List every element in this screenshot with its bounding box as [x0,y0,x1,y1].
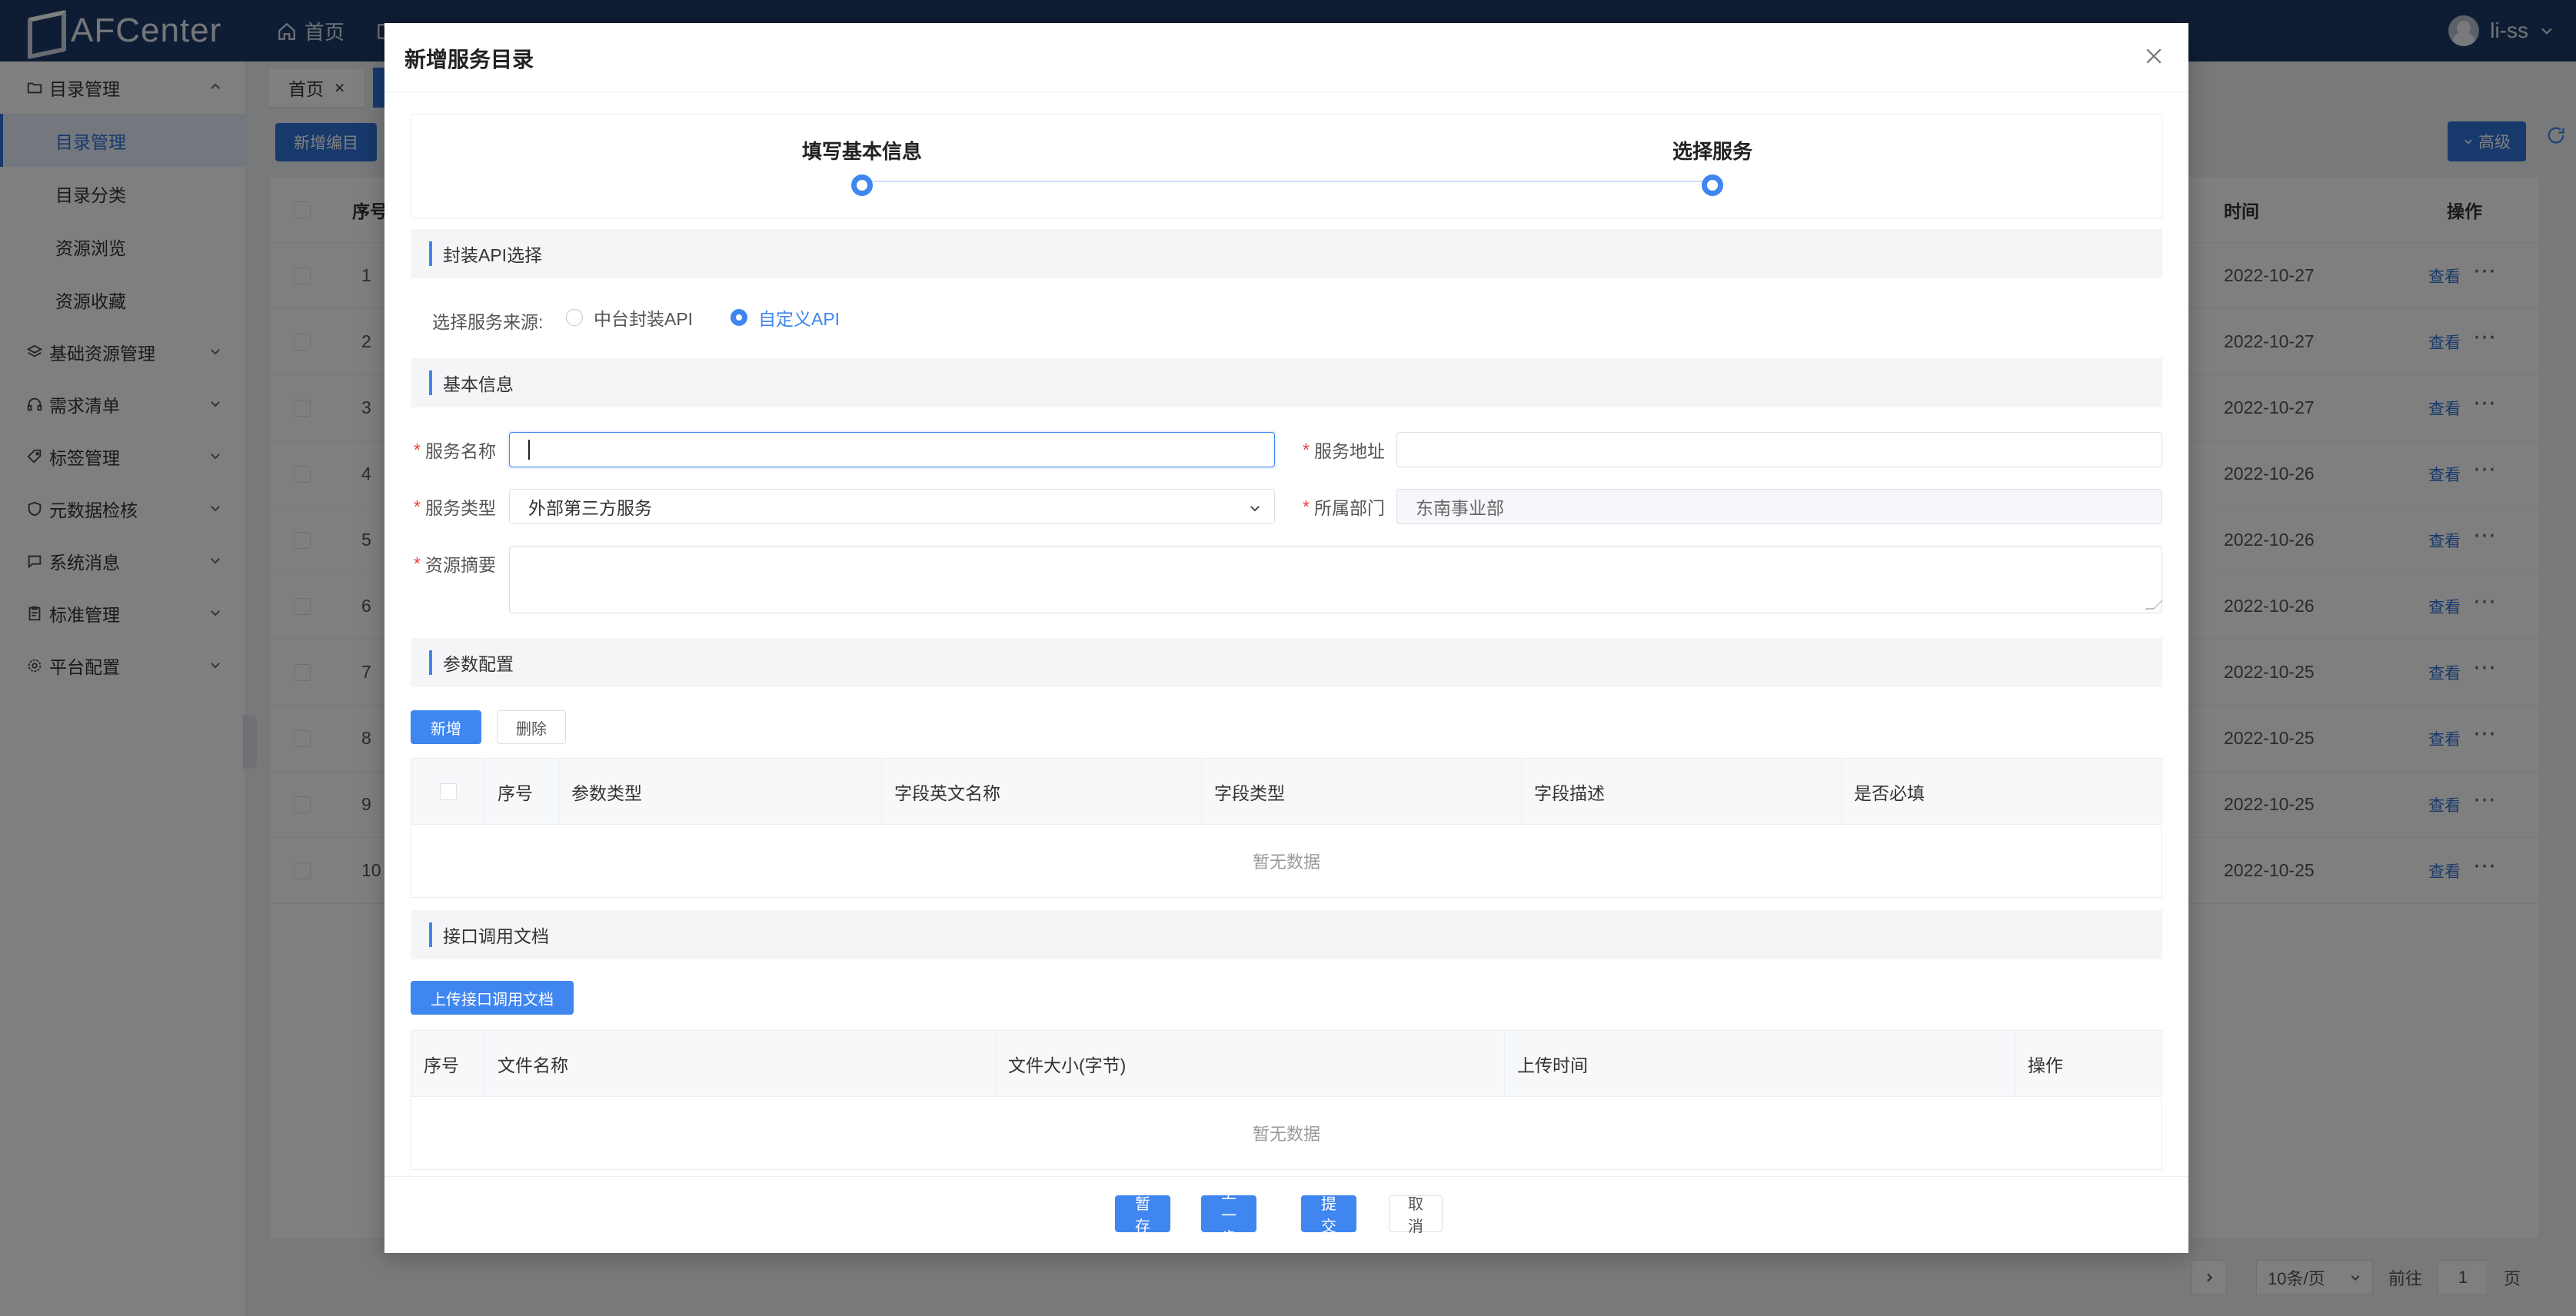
params-toolbar: 新增 删除 [411,687,2162,758]
required-mark: * [414,496,421,517]
docs-toolbar: 上传接口调用文档 [411,959,2162,1030]
required-mark: * [1303,439,1310,460]
department-input: 东南事业部 [1396,489,2162,524]
required-mark: * [414,553,421,573]
basic-info-form: * 服务名称 * 服务地址 * 服务类型 外部第三方服务 * 所属部门 东南事业… [411,407,2163,638]
radio-middle-platform-api[interactable]: 中台封装API [566,304,693,331]
service-source-row: 选择服务来源: 中台封装API 自定义API [411,278,2162,358]
header-field-type: 字段类型 [1202,759,1522,825]
required-mark: * [1303,496,1310,517]
radio-custom-api[interactable]: 自定义API [731,304,840,331]
save-draft-button[interactable]: 暂存 [1115,1195,1170,1235]
service-address-label: * 服务地址 [1303,432,1385,467]
dialog-title: 新增服务目录 [404,48,534,71]
section-title: 基本信息 [429,371,514,395]
label-text: 服务名称 [424,441,496,461]
dialog-body: 填写基本信息 选择服务 封装API选择 选择服务来源: 中台封装API 自定义A… [411,114,2163,1170]
required-mark: * [414,439,421,460]
header-upload-time: 上传时间 [1505,1031,2015,1097]
summary-label: * 资源摘要 [414,546,496,581]
header-file-name: 文件名称 [485,1031,996,1097]
label-text: 资源摘要 [424,555,496,575]
new-service-catalog-dialog: 新增服务目录 填写基本信息 选择服务 封装API选择 选择服务来源: 中台封装A… [384,23,2188,1253]
step-basic-info: 填写基本信息 [770,136,954,196]
summary-textarea[interactable] [509,546,2163,613]
docs-empty-text: 暂无数据 [1252,1125,1320,1144]
dialog-footer: 暂存 上一步 提交 取消 [384,1176,2188,1253]
header-actions: 操作 [2028,1055,2063,1075]
service-source-label: 选择服务来源: [432,312,544,332]
prev-step-button[interactable]: 上一步 [1201,1185,1256,1247]
section-title: 接口调用文档 [429,922,549,947]
select-all-checkbox[interactable] [439,783,457,800]
section-docs: 接口调用文档 [411,910,2162,959]
service-type-label: * 服务类型 [414,489,496,524]
close-icon[interactable] [2142,45,2165,68]
service-address-input[interactable] [1396,432,2162,467]
step-select-service: 选择服务 [1620,136,1805,196]
header-param-type: 参数类型 [559,759,882,825]
radio-circle [566,309,583,326]
radio-circle [731,309,747,326]
step-indicator: 填写基本信息 选择服务 [411,114,2162,218]
service-type-select[interactable]: 外部第三方服务 [509,489,1275,524]
header-index: 序号 [485,759,559,825]
label-text: 服务类型 [424,498,496,518]
label-text: 服务地址 [1313,441,1385,461]
step-dot [851,174,873,196]
step-connector [862,181,1712,182]
section-basic-info: 基本信息 [411,358,2162,407]
header-index: 序号 [411,1031,485,1097]
label-text: 所属部门 [1313,498,1385,518]
header-file-size: 文件大小(字节) [996,1031,1505,1097]
department-label: * 所属部门 [1303,489,1385,524]
section-params: 参数配置 [411,638,2162,687]
resize-handle-icon[interactable] [2145,600,2163,610]
cancel-button[interactable]: 取消 [1389,1195,1443,1235]
step-label: 选择服务 [1672,140,1752,163]
service-name-input[interactable] [509,432,1275,467]
step-label: 填写基本信息 [801,140,922,163]
docs-table: 序号 文件名称 文件大小(字节) 上传时间 操作 暂无数据 [411,1030,2162,1170]
params-empty-text: 暂无数据 [1252,852,1320,872]
radio-label: 自定义API [758,309,840,329]
submit-button[interactable]: 提交 [1301,1195,1356,1235]
step-dot [1702,174,1723,196]
add-param-button[interactable]: 新增 [411,710,481,744]
service-name-label: * 服务名称 [414,432,496,467]
params-select-all [411,759,485,825]
text-caret [528,440,530,460]
section-api-select: 封装API选择 [411,229,2162,278]
params-table-header: 序号 参数类型 字段英文名称 字段类型 字段描述 是否必填 [411,759,2162,825]
section-title: 封装API选择 [429,241,542,266]
params-table: 序号 参数类型 字段英文名称 字段类型 字段描述 是否必填 暂无数据 [411,758,2162,898]
header-field-en-name: 字段英文名称 [882,759,1202,825]
chevron-down-icon [1250,506,1260,512]
delete-param-button[interactable]: 删除 [497,710,566,744]
dialog-header: 新增服务目录 [384,23,2188,92]
upload-doc-button[interactable]: 上传接口调用文档 [411,981,574,1015]
radio-label: 中台封装API [594,309,694,329]
header-required: 是否必填 [1854,783,1925,803]
section-title: 参数配置 [429,650,514,675]
docs-table-header: 序号 文件名称 文件大小(字节) 上传时间 操作 [411,1031,2162,1097]
header-field-desc: 字段描述 [1522,759,1842,825]
service-type-value: 外部第三方服务 [528,498,652,518]
